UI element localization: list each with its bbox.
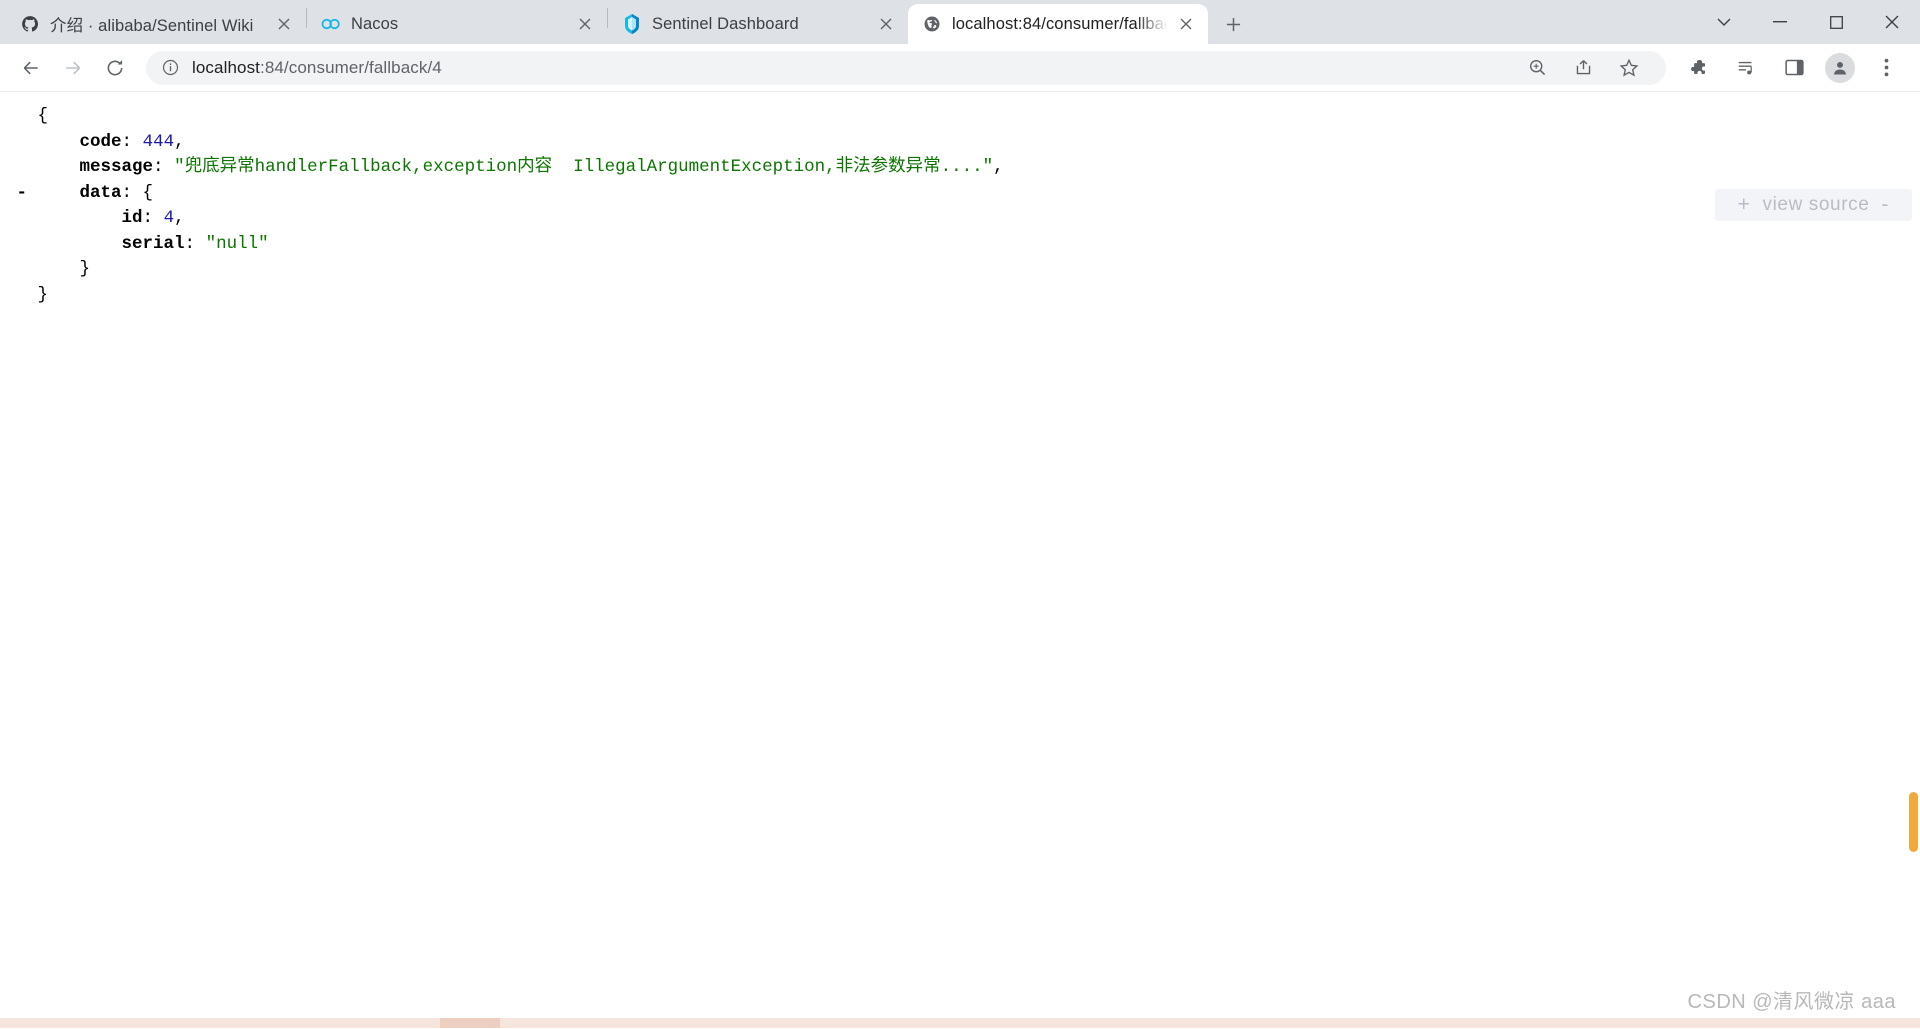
view-source-toggle[interactable]: + view source - [1714,189,1912,221]
nacos-icon [321,14,341,34]
site-info-icon[interactable] [160,58,180,78]
tab-search-button[interactable] [1696,0,1752,44]
tab-strip: 介绍 · alibaba/Sentinel Wiki Nacos Sentine… [0,0,1920,44]
json-punctuation: : [142,208,164,228]
media-list-icon[interactable] [1729,51,1763,85]
address-bar-text: localhost:84/consumer/fallback/4 [192,58,442,78]
maximize-button[interactable] [1808,0,1864,44]
json-string: "兜底异常handlerFallback,exception内容 Illegal… [174,157,994,177]
json-punctuation: : [153,157,175,177]
address-bar[interactable]: localhost:84/consumer/fallback/4 [146,50,1666,85]
tab-sentinel-wiki[interactable]: 介绍 · alibaba/Sentinel Wiki [6,4,306,44]
json-line: } [6,257,1920,283]
browser-window: 介绍 · alibaba/Sentinel Wiki Nacos Sentine… [0,0,1920,1029]
json-punctuation: , [993,157,1004,177]
json-punctuation: , [174,131,185,152]
sentinel-icon [622,14,642,34]
json-viewer: { code: 444, message: "兜底异常handlerFallba… [0,92,1920,308]
json-gutter [6,106,38,126]
json-gutter [6,208,38,228]
json-number: 444 [142,131,175,152]
watermark-text: CSDN @清风微凉 aaa [1687,991,1896,1013]
json-key: id [121,208,143,228]
json-punctuation: : [121,131,143,152]
json-gutter [6,285,38,305]
back-button[interactable] [14,51,48,85]
json-punctuation: : [184,233,206,254]
json-key: code [79,131,122,152]
json-punctuation: } [79,259,91,279]
url-path: :84/consumer/fallback/4 [260,57,442,77]
tab-title: localhost:84/consumer/fallback/4 [952,14,1168,33]
json-line: serial: "null" [6,232,1920,258]
extensions-puzzle-icon[interactable] [1681,51,1715,85]
close-icon[interactable] [573,12,597,36]
json-punctuation: } [37,284,49,305]
tab-localhost-consumer-fallback[interactable]: localhost:84/consumer/fallback/4 [908,4,1208,44]
side-panel-icon[interactable] [1777,51,1811,85]
json-gutter [6,157,38,177]
json-punctuation: : { [121,182,154,203]
close-icon[interactable] [272,12,296,36]
view-source-label[interactable]: view source [1762,194,1869,216]
tab-nacos[interactable]: Nacos [307,4,607,44]
json-gutter [6,132,38,152]
json-line: id: 4, [6,206,1920,232]
toolbar-right-icons [1674,51,1910,85]
json-line: - data: { [6,181,1920,207]
omnibox-actions [1514,51,1652,85]
taskbar-strip [0,1018,1920,1028]
more-menu-icon[interactable] [1869,51,1903,85]
url-host: localhost [192,57,260,77]
globe-icon [922,14,942,34]
tab-title: Sentinel Dashboard [652,14,799,33]
json-key: serial [121,233,185,254]
forward-button[interactable] [56,51,90,85]
minimize-button[interactable] [1752,0,1808,44]
expand-all-button[interactable]: + [1738,193,1751,217]
json-gutter [6,234,38,254]
json-number: 4 [163,208,175,228]
bookmark-star-icon[interactable] [1612,51,1646,85]
page-content: + view source - { code: 444, message: "兜… [0,92,1920,1028]
zoom-icon[interactable] [1520,51,1554,85]
json-gutter [6,259,38,279]
close-icon[interactable] [874,12,898,36]
json-line: { [6,104,1920,130]
taskbar-segment [440,1018,500,1028]
json-string: "null" [205,233,269,254]
browser-toolbar: localhost:84/consumer/fallback/4 [0,44,1920,92]
json-line: } [6,283,1920,309]
reload-button[interactable] [98,51,132,85]
json-line: code: 444, [6,130,1920,156]
github-icon [20,14,40,34]
json-punctuation: , [174,208,185,228]
close-icon[interactable] [1174,12,1198,36]
json-key: message [79,157,154,177]
close-window-button[interactable] [1864,0,1920,44]
share-icon[interactable] [1566,51,1600,85]
collapse-all-button[interactable]: - [1881,193,1889,217]
profile-avatar-icon[interactable] [1825,52,1855,83]
new-tab-button[interactable] [1216,7,1250,41]
collapse-toggle-icon[interactable]: - [6,183,38,203]
tab-title: Nacos [351,14,399,33]
window-controls [1696,0,1920,44]
json-punctuation: { [37,106,49,126]
json-key: data [79,182,122,203]
tab-sentinel-dashboard[interactable]: Sentinel Dashboard [608,4,908,44]
json-line: message: "兜底异常handlerFallback,exception内… [6,155,1920,181]
tab-title: 介绍 · alibaba/Sentinel Wiki [50,17,254,35]
vertical-scrollbar-thumb[interactable] [1909,792,1918,852]
